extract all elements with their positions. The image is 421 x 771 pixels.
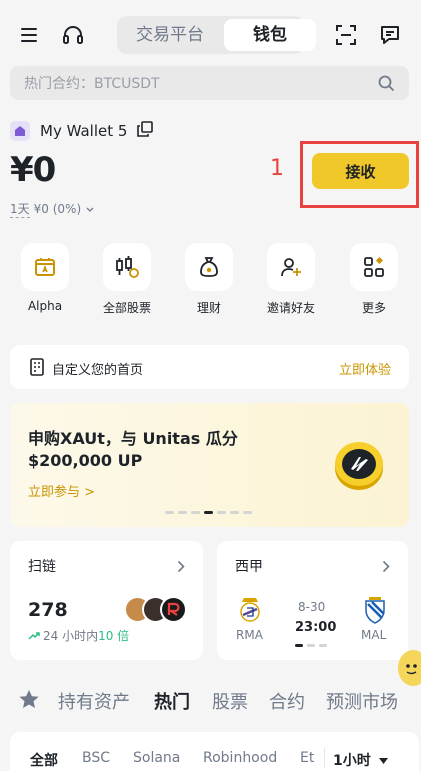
tab-hot[interactable]: 热门 [154, 688, 190, 714]
pagination-dot [217, 511, 226, 514]
tab-exchange[interactable]: 交易平台 [123, 19, 217, 51]
stocks-icon [103, 243, 151, 291]
menu-icon[interactable] [18, 25, 40, 45]
earn-icon [185, 243, 233, 291]
quick-action-label: 理财 [196, 301, 221, 315]
match-date: 8-30 [298, 600, 326, 614]
quick-action-label: 更多 [361, 301, 386, 315]
chain-filter-bar: 全部 BSC Solana Robinhood Et 1小时 [10, 732, 419, 771]
scan-chain-card[interactable]: 扫链 278 24 小时内 10 倍 [10, 541, 203, 660]
coin-icon [328, 433, 390, 499]
match-pagination [295, 644, 327, 647]
quick-action-label: 全部股票 [102, 301, 151, 315]
filter-bsc[interactable]: BSC [82, 750, 110, 766]
customize-homepage-bar[interactable]: 自定义您的首页 立即体验 [10, 345, 409, 389]
change-period: 1天 [10, 202, 30, 218]
pagination-dot [319, 644, 327, 647]
top-bar: 交易平台 钱包 [0, 16, 421, 54]
pagination-dot [165, 511, 174, 514]
chevron-down-icon [86, 202, 94, 216]
copy-icon[interactable] [137, 121, 154, 141]
receive-button[interactable]: 接收 [312, 153, 409, 189]
change-value: ¥0 (0%) [33, 202, 82, 216]
away-team: MAL [361, 628, 387, 642]
match-card-title: 西甲 [235, 559, 263, 575]
scan-card-subtitle-prefix: 24 小时内 [43, 629, 99, 643]
pagination-dot [178, 511, 187, 514]
customize-text: 自定义您的首页 [52, 363, 144, 378]
pagination-dot [230, 511, 239, 514]
malaga-crest-icon [363, 596, 387, 628]
filter-ethereum[interactable]: Et [300, 750, 314, 766]
tab-stocks[interactable]: 股票 [212, 688, 248, 714]
time-filter-dropdown[interactable]: 1小时 [333, 750, 388, 770]
trend-up-icon [28, 629, 40, 643]
tab-wallet[interactable]: 钱包 [224, 19, 316, 51]
headset-icon[interactable] [60, 24, 86, 46]
wallet-name: My Wallet 5 [40, 122, 128, 140]
quick-action-alpha[interactable]: Alpha [19, 243, 71, 313]
token-avatar-icon [160, 596, 187, 623]
pagination-dot-active [204, 511, 213, 514]
layout-icon [30, 358, 44, 380]
wallet-balance: ¥0 [10, 150, 56, 190]
match-time: 23:00 [295, 620, 337, 635]
chevron-right-icon [382, 558, 390, 577]
banner-amount: $200,000 UP [28, 451, 143, 470]
quick-action-invite[interactable]: 邀请好友 [265, 243, 317, 316]
more-icon [350, 243, 398, 291]
search-placeholder: 热门合约：BTCUSDT [24, 76, 160, 92]
scan-card-subtitle: 24 小时内 10 倍 [28, 627, 129, 644]
scan-card-multiplier: 10 倍 [98, 629, 130, 643]
customize-cta-link[interactable]: 立即体验 [339, 359, 391, 378]
wallet-avatar-icon [10, 121, 30, 141]
time-filter-label: 1小时 [333, 753, 371, 769]
search-bar[interactable]: 热门合约：BTCUSDT [10, 66, 409, 100]
banner-pagination [165, 511, 252, 514]
filter-robinhood[interactable]: Robinhood [203, 750, 277, 766]
quick-action-label: Alpha [27, 299, 63, 313]
tab-holdings[interactable]: 持有资产 [58, 688, 130, 714]
pagination-dot [191, 511, 200, 514]
search-icon [378, 75, 395, 96]
scan-card-title: 扫链 [28, 559, 56, 575]
tab-prediction-market[interactable]: 预测市场 [326, 688, 398, 714]
filter-solana[interactable]: Solana [133, 750, 180, 766]
filter-all[interactable]: 全部 [30, 750, 58, 770]
quick-action-more[interactable]: 更多 [348, 243, 400, 316]
market-tabs: 持有资产 热门 股票 合约 预测市场 [0, 688, 421, 718]
message-icon[interactable] [378, 24, 402, 46]
banner-title: 申购XAUt，与 Unitas 瓜分 [28, 429, 238, 448]
balance-change[interactable]: 1天 ¥0 (0%) [10, 200, 94, 218]
invite-icon [267, 243, 315, 291]
mode-switch: 交易平台 钱包 [117, 16, 316, 54]
pagination-dot-active [295, 644, 303, 647]
wallet-selector[interactable]: My Wallet 5 [10, 120, 154, 142]
caret-down-icon [378, 758, 388, 764]
banner-join-link[interactable]: 立即参与 > [28, 481, 95, 500]
real-madrid-crest-icon [238, 596, 262, 628]
token-avatars [124, 596, 188, 624]
home-team: RMA [236, 628, 263, 642]
promo-banner[interactable]: 申购XAUt，与 Unitas 瓜分 $200,000 UP 立即参与 > [10, 403, 409, 527]
scan-card-value: 278 [28, 599, 68, 621]
quick-action-stocks[interactable]: 全部股票 [101, 243, 153, 316]
pagination-dot [243, 511, 252, 514]
quick-action-label: 邀请好友 [266, 301, 315, 315]
annotation-marker: 1 [270, 156, 284, 181]
scan-icon[interactable] [334, 24, 358, 46]
alpha-icon [21, 243, 69, 291]
la-liga-match-card[interactable]: 西甲 RMA 8-30 23:00 MAL [217, 541, 408, 660]
chevron-right-icon [177, 558, 185, 577]
filter-divider [324, 748, 325, 768]
star-icon[interactable] [18, 689, 40, 714]
tab-futures[interactable]: 合约 [269, 688, 305, 714]
pagination-dot [307, 644, 315, 647]
floating-mascot-icon[interactable] [398, 650, 421, 686]
quick-action-earn[interactable]: 理财 [183, 243, 235, 316]
